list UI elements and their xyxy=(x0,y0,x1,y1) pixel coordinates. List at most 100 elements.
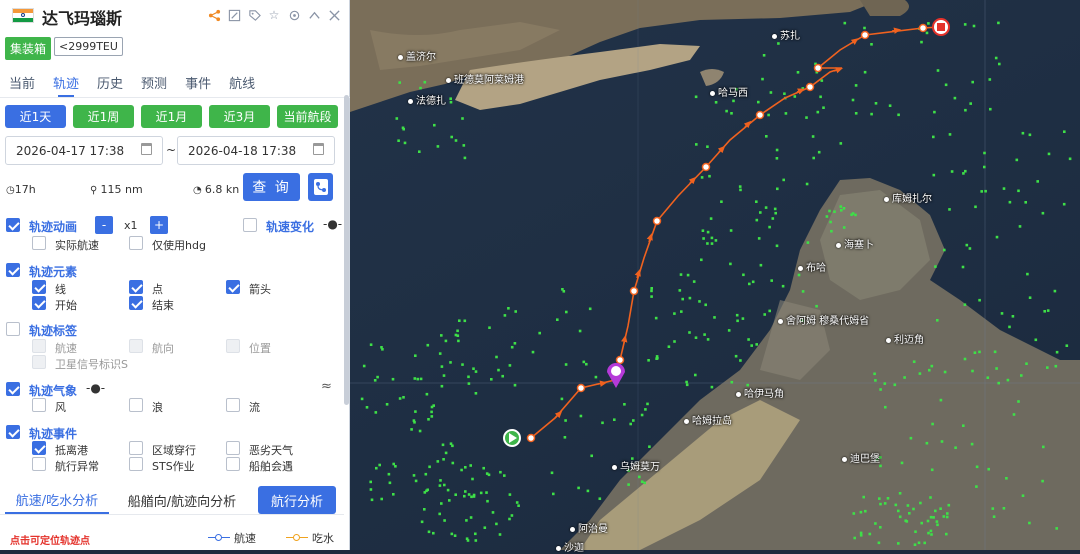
ship-marker[interactable] xyxy=(710,385,714,389)
ship-marker[interactable] xyxy=(1046,309,1050,312)
ship-marker[interactable] xyxy=(695,143,698,146)
ship-marker[interactable] xyxy=(983,151,986,155)
ship-marker[interactable] xyxy=(640,480,644,483)
ship-marker[interactable] xyxy=(1017,400,1020,403)
ship-marker[interactable] xyxy=(667,345,671,348)
ship-marker[interactable] xyxy=(680,310,683,313)
ship-marker[interactable] xyxy=(757,237,761,240)
ship-marker[interactable] xyxy=(632,419,635,422)
track-events-checkbox[interactable] xyxy=(6,425,20,439)
ship-marker[interactable] xyxy=(854,112,858,115)
ship-marker[interactable] xyxy=(964,169,967,173)
ship-marker[interactable] xyxy=(870,43,873,46)
ship-marker[interactable] xyxy=(988,78,992,81)
ship-marker[interactable] xyxy=(972,24,976,28)
ship-marker[interactable] xyxy=(1021,131,1025,135)
ship-marker[interactable] xyxy=(874,522,877,525)
current-checkbox[interactable] xyxy=(226,398,240,412)
ship-marker[interactable] xyxy=(997,381,1000,385)
ship-marker[interactable] xyxy=(640,413,644,417)
ship-marker[interactable] xyxy=(503,314,507,317)
ship-marker[interactable] xyxy=(679,273,683,276)
ship-marker[interactable] xyxy=(497,368,500,372)
ship-marker[interactable] xyxy=(763,313,766,316)
ship-marker[interactable] xyxy=(531,350,535,354)
ship-marker[interactable] xyxy=(482,466,485,470)
ship-marker[interactable] xyxy=(454,139,458,142)
ship-marker[interactable] xyxy=(927,531,930,535)
ship-marker[interactable] xyxy=(392,493,395,496)
ship-marker[interactable] xyxy=(375,466,378,470)
ship-marker[interactable] xyxy=(706,338,710,341)
tab-events[interactable]: 事件 xyxy=(176,66,220,97)
ship-marker[interactable] xyxy=(854,213,857,217)
ship-marker[interactable] xyxy=(762,54,766,57)
ship-marker[interactable] xyxy=(598,497,602,500)
ship-marker[interactable] xyxy=(369,343,373,346)
ship-marker[interactable] xyxy=(931,422,934,426)
ship-marker[interactable] xyxy=(774,211,777,215)
ship-marker[interactable] xyxy=(644,408,647,411)
ship-marker[interactable] xyxy=(843,21,847,25)
ship-marker[interactable] xyxy=(474,539,478,542)
ship-marker[interactable] xyxy=(562,290,566,293)
ship-marker[interactable] xyxy=(416,377,420,381)
ship-marker[interactable] xyxy=(739,359,742,362)
ship-marker[interactable] xyxy=(730,112,733,115)
ship-marker[interactable] xyxy=(1002,187,1006,190)
ship-marker[interactable] xyxy=(822,106,825,109)
ship-marker[interactable] xyxy=(914,530,917,533)
star-icon[interactable]: ☆ xyxy=(267,8,281,22)
ship-marker[interactable] xyxy=(362,364,366,368)
ship-marker[interactable] xyxy=(862,495,865,499)
ship-marker[interactable] xyxy=(395,117,399,120)
ship-marker[interactable] xyxy=(391,377,395,381)
ship-marker[interactable] xyxy=(1053,289,1057,293)
ship-marker[interactable] xyxy=(935,520,939,523)
ship-marker[interactable] xyxy=(449,361,452,364)
ship-marker[interactable] xyxy=(833,210,836,213)
calendar-icon[interactable] xyxy=(141,143,152,155)
ship-marker[interactable] xyxy=(647,359,650,362)
ship-marker[interactable] xyxy=(430,410,433,414)
ship-marker[interactable] xyxy=(654,316,658,320)
ship-marker[interactable] xyxy=(801,290,805,293)
ship-marker[interactable] xyxy=(930,468,934,472)
ship-marker[interactable] xyxy=(868,532,872,536)
ship-marker[interactable] xyxy=(741,317,745,320)
ship-marker[interactable] xyxy=(1065,344,1069,347)
ship-marker[interactable] xyxy=(1026,272,1029,276)
ship-marker[interactable] xyxy=(850,213,853,216)
ship-marker[interactable] xyxy=(713,316,716,319)
ship-marker[interactable] xyxy=(742,273,745,277)
ship-marker[interactable] xyxy=(929,496,932,499)
ship-marker[interactable] xyxy=(449,100,453,104)
ship-marker[interactable] xyxy=(1042,445,1045,449)
ship-marker[interactable] xyxy=(767,113,770,117)
ship-marker[interactable] xyxy=(870,112,873,116)
ship-marker[interactable] xyxy=(387,472,391,476)
ship-marker[interactable] xyxy=(1054,364,1058,368)
label-position-checkbox[interactable] xyxy=(226,339,240,353)
ship-marker[interactable] xyxy=(578,329,582,333)
ship-marker[interactable] xyxy=(1034,338,1038,342)
ship-marker[interactable] xyxy=(974,205,977,209)
ship-marker[interactable] xyxy=(472,367,475,370)
ship-marker[interactable] xyxy=(590,454,593,458)
port-call-checkbox[interactable] xyxy=(32,441,46,455)
ship-marker[interactable] xyxy=(771,217,775,220)
ship-marker[interactable] xyxy=(1068,157,1072,161)
ship-marker[interactable] xyxy=(950,170,954,173)
track-elements-checkbox[interactable] xyxy=(6,263,20,277)
ship-marker[interactable] xyxy=(739,188,742,192)
ship-marker[interactable] xyxy=(755,218,759,222)
ship-marker[interactable] xyxy=(370,498,374,502)
ship-marker[interactable] xyxy=(463,319,467,323)
ship-marker[interactable] xyxy=(819,95,822,99)
ship-marker[interactable] xyxy=(1043,310,1046,313)
collapse-icon[interactable] xyxy=(307,8,321,22)
ship-marker[interactable] xyxy=(932,135,935,139)
ship-marker[interactable] xyxy=(939,507,942,510)
ship-marker[interactable] xyxy=(678,289,682,292)
ship-marker[interactable] xyxy=(912,360,916,363)
